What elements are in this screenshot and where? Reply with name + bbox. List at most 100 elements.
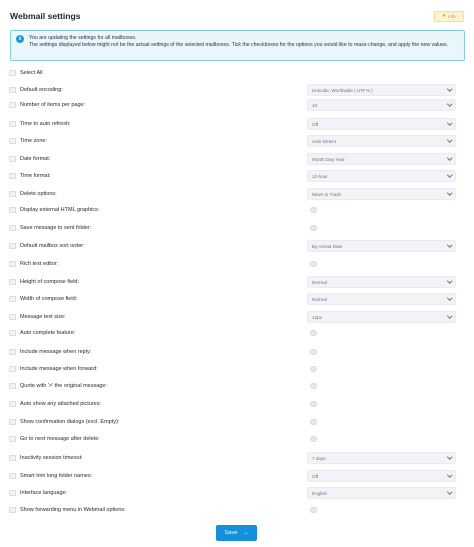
setting-row: Auto show any attached pictures: (9, 398, 465, 410)
chevron-down-icon (446, 172, 452, 178)
chevron-down-icon (446, 137, 452, 143)
setting-select-value: Off (312, 121, 319, 127)
setting-row: Display external HTML graphics: (9, 204, 465, 216)
chevron-down-icon (446, 278, 452, 284)
save-button[interactable]: Save → (216, 525, 257, 541)
setting-label: Smart trim long folder names: (20, 473, 93, 479)
chevron-down-icon (446, 295, 452, 301)
chevron-down-icon (446, 101, 452, 107)
setting-select-value: Month Day Year (312, 156, 345, 162)
setting-toggle[interactable] (310, 382, 317, 389)
setting-toggle[interactable] (310, 418, 317, 425)
setting-select[interactable]: 12-hour (307, 170, 456, 182)
setting-select[interactable]: Month Day Year (307, 153, 456, 165)
setting-toggle[interactable] (310, 206, 317, 213)
setting-checkbox[interactable] (9, 365, 16, 373)
chevron-down-icon (446, 472, 452, 478)
setting-toggle[interactable] (310, 348, 317, 355)
setting-select[interactable]: 7 days (307, 452, 456, 464)
info-button[interactable]: ● Info (434, 10, 464, 22)
setting-select[interactable]: Move to Trash (307, 188, 456, 200)
chevron-down-icon (446, 190, 452, 196)
setting-checkbox[interactable] (9, 206, 16, 214)
setting-select[interactable]: Normal (307, 276, 456, 288)
info-notice: i You are updating the settings for all … (10, 30, 465, 61)
setting-label: Time format: (20, 173, 51, 179)
setting-label: Inactivity session timeout: (20, 455, 83, 461)
setting-checkbox[interactable] (9, 400, 16, 408)
setting-label: Width of compose field: (20, 296, 78, 302)
setting-select[interactable]: Off (307, 118, 456, 130)
setting-label: Show confirmation dialogs (excl. Empty): (20, 419, 120, 425)
setting-select[interactable]: Off (307, 470, 456, 482)
setting-checkbox[interactable] (9, 120, 16, 128)
info-icon: i (16, 35, 24, 43)
setting-label: Message text size: (20, 314, 66, 320)
setting-checkbox[interactable] (9, 224, 16, 232)
setting-checkbox[interactable] (9, 101, 16, 109)
setting-checkbox[interactable] (9, 260, 16, 268)
setting-checkbox[interactable] (9, 489, 16, 497)
setting-select-value: Move to Trash (312, 191, 342, 197)
chevron-down-icon (446, 155, 452, 161)
setting-label: Number of items per page: (20, 102, 86, 108)
setting-label: Rich text editor: (20, 261, 59, 267)
setting-checkbox[interactable] (9, 435, 16, 443)
setting-checkbox[interactable] (9, 382, 16, 390)
arrow-right-icon: → (242, 530, 249, 536)
setting-checkbox[interactable] (9, 137, 16, 145)
setting-select-value: Off (312, 473, 319, 479)
setting-label: Date format: (20, 156, 51, 162)
setting-toggle[interactable] (310, 365, 317, 372)
setting-checkbox[interactable] (9, 454, 16, 462)
setting-checkbox[interactable] (9, 190, 16, 198)
setting-row: Show confirmation dialogs (excl. Empty): (9, 416, 465, 428)
setting-checkbox[interactable] (9, 86, 16, 94)
setting-select-value: 12-hour (312, 173, 328, 179)
setting-select-value: English (312, 490, 328, 496)
setting-checkbox[interactable] (9, 278, 16, 286)
setting-label: Save message to sent folder: (20, 225, 92, 231)
setting-toggle[interactable] (310, 506, 317, 513)
setting-checkbox[interactable] (9, 506, 16, 514)
setting-checkbox[interactable] (9, 329, 16, 337)
setting-checkbox[interactable] (9, 155, 16, 163)
setting-select-value: Normal (312, 296, 327, 302)
info-button-label: Info (447, 13, 456, 19)
setting-label: Quote with '>' the original message: (20, 383, 107, 389)
notice-line-2: The settings displayed below might not b… (29, 41, 448, 48)
setting-checkbox[interactable] (9, 472, 16, 480)
setting-checkbox[interactable] (9, 172, 16, 180)
setting-label: Interface language: (20, 490, 68, 496)
setting-row: Include message when forward: (9, 363, 465, 375)
select-all-checkbox[interactable] (9, 69, 16, 77)
setting-toggle[interactable] (310, 260, 317, 267)
setting-toggle[interactable] (310, 224, 317, 231)
setting-label: Time zone: (20, 138, 48, 144)
setting-toggle[interactable] (310, 329, 317, 336)
setting-checkbox[interactable] (9, 313, 16, 321)
setting-label: Auto complete feature: (20, 330, 76, 336)
setting-select[interactable]: By Arrival Date (307, 240, 456, 252)
setting-checkbox[interactable] (9, 348, 16, 356)
chevron-down-icon (446, 242, 452, 248)
setting-select[interactable]: Auto Detect (307, 135, 456, 147)
setting-select-value: 10 (312, 102, 318, 108)
setting-select[interactable]: 12px (307, 311, 456, 323)
setting-checkbox[interactable] (9, 242, 16, 250)
page-header: Webmail settings ● Info (10, 9, 464, 23)
chevron-down-icon (446, 313, 452, 319)
setting-select[interactable]: Unicode, Worldwide ( UTF-8 ) (307, 84, 456, 96)
lightbulb-icon: ● (442, 13, 446, 19)
setting-row: Auto complete feature: (9, 327, 465, 339)
setting-toggle[interactable] (310, 400, 317, 407)
notice-line-1: You are updating the settings for all ma… (29, 35, 137, 41)
setting-select[interactable]: 10 (307, 99, 456, 111)
setting-toggle[interactable] (310, 435, 317, 442)
setting-checkbox[interactable] (9, 295, 16, 303)
setting-select[interactable]: English (307, 487, 456, 499)
setting-label: Height of compose field: (20, 279, 80, 285)
setting-select[interactable]: Normal (307, 293, 456, 305)
setting-checkbox[interactable] (9, 418, 16, 426)
chevron-down-icon (446, 454, 452, 460)
